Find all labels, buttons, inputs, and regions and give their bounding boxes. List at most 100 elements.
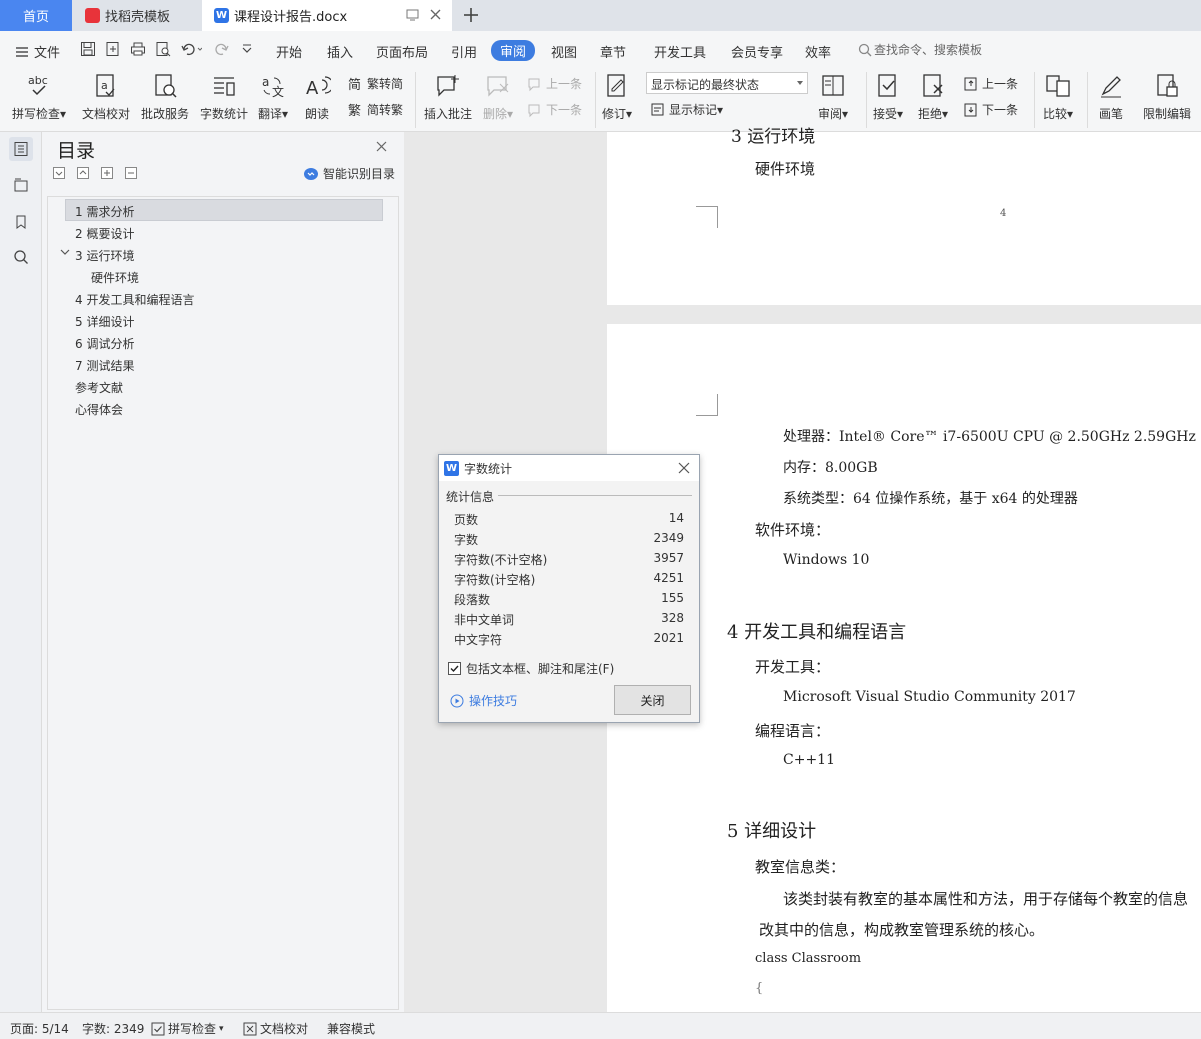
file-menu[interactable]: 文件 — [15, 42, 60, 61]
spellcheck-status-icon — [151, 1022, 165, 1035]
review-pane-button[interactable]: 审阅▾ — [818, 72, 848, 122]
close-icon[interactable] — [678, 462, 690, 474]
status-spellcheck[interactable]: 拼写检查 ▾ — [151, 1020, 224, 1037]
next-change-button[interactable]: 下一条 — [963, 101, 1018, 118]
markup-state-select[interactable]: 显示标记的最终状态 — [646, 72, 808, 94]
toc-remove-icon[interactable] — [125, 167, 137, 179]
stat-label: 字符数(不计空格) — [454, 553, 548, 567]
toc-item[interactable]: 2 概要设计 — [75, 225, 134, 242]
checkbox-checked-icon[interactable] — [448, 662, 461, 675]
show-markup-button[interactable]: 显示标记 ▾ — [650, 101, 723, 118]
pen-button[interactable]: 画笔 — [1097, 72, 1125, 122]
prev-comment-button[interactable]: 上一条 — [527, 75, 582, 92]
close-tab-icon[interactable] — [429, 8, 442, 21]
revise-label: 修订 — [602, 107, 627, 121]
save-icon[interactable] — [80, 41, 96, 57]
toc-item[interactable]: 3 运行环境 — [75, 247, 134, 264]
stat-row: 中文字符 2021 — [454, 628, 684, 648]
compare-button[interactable]: 比较▾ — [1043, 72, 1073, 122]
show-markup-label: 显示标记 — [669, 103, 718, 117]
doc-paragraph: 开发工具： — [755, 658, 831, 676]
tab-document[interactable]: W 课程设计报告.docx — [202, 0, 452, 31]
chapter-nav-icon[interactable] — [9, 173, 33, 197]
dialog-titlebar[interactable]: W 字数统计 — [439, 455, 699, 481]
code-line: class Classroom — [755, 951, 862, 966]
search-icon[interactable] — [9, 245, 33, 269]
page-indicator[interactable]: 页面: 5/14 — [10, 1020, 69, 1037]
ribbon-divider — [415, 72, 416, 128]
read-aloud-button[interactable]: A 朗读 — [303, 72, 331, 122]
simp-to-trad-button[interactable]: 繁 简转繁 — [348, 101, 403, 118]
stat-label: 字符数(计空格) — [454, 573, 536, 587]
toc-item[interactable]: 6 调试分析 — [75, 335, 134, 352]
toc-panel: 目录 智能识别目录 1 需求分析 2 概要设计 3 运行环境 硬件环境 4 开发… — [42, 132, 404, 1012]
toc-item[interactable]: 参考文献 — [75, 379, 123, 396]
menu-developer[interactable]: 开发工具 — [654, 42, 706, 61]
menu-efficiency[interactable]: 效率 — [805, 42, 831, 61]
export-pdf-icon[interactable] — [105, 41, 121, 57]
menu-start[interactable]: 开始 — [276, 42, 302, 61]
menu-member[interactable]: 会员专享 — [731, 42, 783, 61]
word-count-button[interactable]: 字数统计 — [200, 72, 248, 122]
smart-toc-button[interactable]: 智能识别目录 — [303, 165, 395, 182]
doc-paragraph: 编程语言： — [755, 722, 831, 740]
tab-home[interactable]: 首页 — [0, 0, 72, 31]
revise-button[interactable]: 修订▾ — [602, 72, 632, 122]
spellcheck-button[interactable]: abc 拼写检查▾ — [12, 72, 66, 122]
word-count-dialog[interactable]: W 字数统计 统计信息 页数 14 字数 2349 字符数(不计空格) 3957 字符… — [438, 454, 700, 723]
status-doc-proof[interactable]: 文档校对 — [243, 1020, 308, 1037]
print-icon[interactable] — [130, 41, 146, 57]
redo-icon[interactable] — [214, 41, 230, 57]
hamburger-icon — [16, 46, 28, 57]
menu-chapter[interactable]: 章节 — [600, 42, 626, 61]
menu-insert[interactable]: 插入 — [327, 42, 353, 61]
pin-tab-icon[interactable] — [406, 9, 420, 21]
menu-page-layout[interactable]: 页面布局 — [376, 42, 428, 61]
toc-item[interactable]: 1 需求分析 — [75, 203, 134, 220]
spellcheck-label: 拼写检查 — [12, 107, 61, 121]
menu-review[interactable]: 审阅 — [491, 40, 536, 61]
toc-add-icon[interactable] — [101, 167, 113, 179]
trad-to-simp-button[interactable]: 简 繁转简 — [348, 75, 403, 92]
restrict-edit-button[interactable]: 限制编辑 — [1143, 72, 1191, 122]
tips-link[interactable]: 操作技巧 — [450, 692, 517, 709]
menu-view[interactable]: 视图 — [551, 42, 577, 61]
word-count-icon — [210, 72, 238, 100]
review-ribbon: abc 拼写检查▾ a 文档校对 批改服务 字数统计 a文 翻译▾ A 朗读 简… — [0, 66, 1201, 132]
translate-button[interactable]: a文 翻译▾ — [258, 72, 288, 122]
next-change-label: 下一条 — [982, 103, 1019, 117]
tab-template[interactable]: 找稻壳模板 — [73, 0, 201, 31]
toc-item[interactable]: 4 开发工具和编程语言 — [75, 291, 194, 308]
reject-button[interactable]: 拒绝▾ — [918, 72, 948, 122]
new-tab-icon[interactable] — [462, 6, 480, 24]
toc-item[interactable]: 7 测试结果 — [75, 357, 134, 374]
customize-toolbar-icon[interactable] — [241, 41, 253, 57]
print-preview-icon[interactable] — [155, 41, 171, 57]
correction-service-button[interactable]: 批改服务 — [141, 72, 189, 122]
stat-row: 字数 2349 — [454, 528, 684, 548]
toc-item-selected[interactable]: 硬件环境 — [91, 269, 139, 286]
next-comment-button[interactable]: 下一条 — [527, 101, 582, 118]
document-page[interactable]: 3 运行环境 硬件环境 4 — [607, 127, 1201, 305]
toc-icon[interactable] — [9, 137, 33, 161]
toc-item[interactable]: 5 详细设计 — [75, 313, 134, 330]
close-icon[interactable] — [376, 141, 387, 152]
word-count-indicator[interactable]: 字数: 2349 — [82, 1020, 144, 1037]
toc-item[interactable]: 心得体会 — [75, 401, 123, 418]
command-search[interactable]: 查找命令、搜索模板 — [858, 41, 982, 58]
toc-expand-toggle[interactable] — [60, 247, 70, 257]
prev-change-button[interactable]: 上一条 — [963, 75, 1018, 92]
accept-button[interactable]: 接受▾ — [873, 72, 903, 122]
bookmark-icon[interactable] — [9, 210, 33, 234]
undo-icon[interactable] — [180, 41, 202, 57]
include-textbox-checkbox[interactable]: 包括文本框、脚注和尾注(F) — [448, 660, 614, 677]
doc-proof-button[interactable]: a 文档校对 — [82, 72, 130, 122]
menu-reference[interactable]: 引用 — [451, 42, 477, 61]
svg-text:A: A — [306, 78, 319, 99]
toc-expand-icon[interactable] — [77, 167, 89, 179]
read-aloud-label: 朗读 — [304, 107, 329, 121]
close-button[interactable]: 关闭 — [614, 685, 691, 715]
toc-collapse-icon[interactable] — [53, 167, 65, 179]
delete-comment-button[interactable]: 删除▾ — [483, 72, 513, 122]
insert-comment-button[interactable]: 插入批注 — [424, 72, 472, 122]
